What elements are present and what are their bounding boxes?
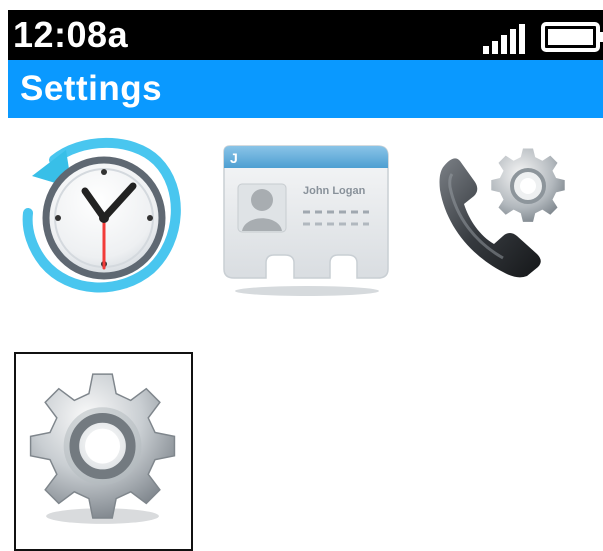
contact-card-icon: J John Logan — [223, 145, 389, 296]
phone-gear-icon — [439, 148, 565, 278]
page-title: Settings — [20, 69, 163, 108]
signal-strength-icon — [483, 24, 525, 54]
app-contacts[interactable]: J John Logan — [212, 118, 392, 313]
battery-icon — [541, 22, 603, 52]
clock: 12:08a — [13, 14, 129, 55]
app-call-settings[interactable] — [424, 118, 603, 313]
app-settings[interactable] — [14, 352, 193, 551]
gear-icon — [29, 373, 176, 524]
app-history[interactable] — [14, 118, 194, 313]
status-bar: 12:08a — [8, 10, 603, 60]
contact-card-name: John Logan — [303, 185, 366, 197]
history-clock-icon — [22, 137, 181, 293]
svg-text:J: J — [230, 150, 238, 166]
title-bar: Settings — [8, 60, 603, 118]
selected-app-indicator — [0, 0, 1, 1]
